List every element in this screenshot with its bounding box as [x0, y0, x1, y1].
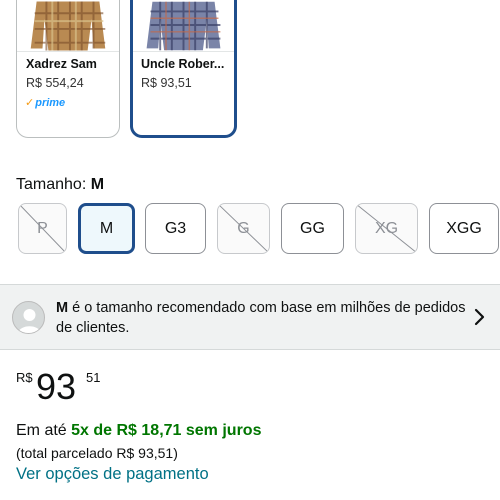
size-label: Tamanho: M — [16, 176, 105, 193]
variant-card-xadrez-sam[interactable]: Xadrez Sam R$ 554,24 ✓prime — [16, 0, 120, 138]
price-currency: R$ — [16, 370, 33, 385]
card-divider — [133, 51, 234, 52]
variant-card-uncle-robert[interactable]: Uncle Rober... R$ 93,51 — [130, 0, 237, 138]
prime-badge: ✓prime — [25, 97, 66, 109]
payment-options-link[interactable]: Ver opções de pagamento — [16, 465, 209, 484]
recommendation-text: M é o tamanho recomendado com base em mi… — [56, 300, 466, 336]
size-option-g[interactable]: G — [217, 203, 270, 254]
installments-highlight: 5x de R$ 18,71 sem juros — [71, 422, 262, 439]
size-option-xg[interactable]: XG — [355, 203, 418, 254]
chevron-right-icon — [474, 308, 485, 326]
price-whole: 93 — [36, 366, 77, 407]
variant-name: Xadrez Sam — [26, 57, 97, 71]
variant-price: R$ 93,51 — [141, 76, 192, 90]
size-option-p[interactable]: P — [18, 203, 67, 254]
installments-text: Em até 5x de R$ 18,71 sem juros — [16, 422, 262, 439]
price-cents: 51 — [86, 370, 101, 385]
card-divider — [17, 51, 119, 52]
variant-price: R$ 554,24 — [26, 76, 84, 90]
size-option-gg[interactable]: GG — [281, 203, 344, 254]
prime-check-icon: ✓ — [25, 97, 35, 109]
installments-total: (total parcelado R$ 93,51) — [16, 445, 178, 461]
variant-name: Uncle Rober... — [141, 57, 225, 71]
size-option-g3[interactable]: G3 — [145, 203, 206, 254]
selected-size: M — [90, 176, 105, 193]
user-avatar-icon — [12, 301, 45, 334]
size-option-xgg[interactable]: XGG — [429, 203, 499, 254]
size-recommendation-banner[interactable]: M é o tamanho recomendado com base em mi… — [0, 284, 500, 350]
shirt-thumbnail — [133, 1, 234, 51]
size-option-m[interactable]: M — [78, 203, 135, 254]
shirt-thumbnail — [17, 1, 119, 51]
